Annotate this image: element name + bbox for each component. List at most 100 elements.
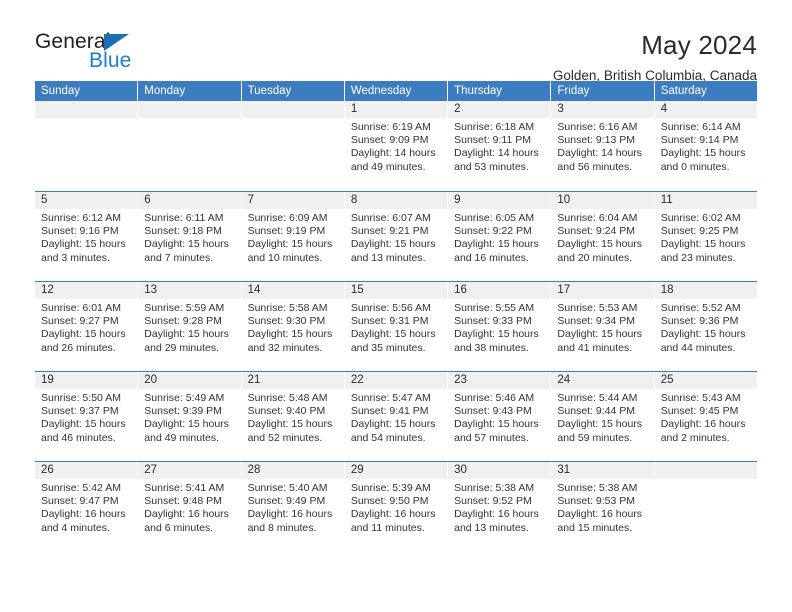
calendar-day-cell[interactable]: 5 Sunrise: 6:12 AM Sunset: 9:16 PM Daylight… <box>35 192 139 281</box>
calendar-day-cell[interactable]: 24 Sunrise: 5:44 AM Sunset: 9:44 PM Dayligh… <box>551 372 655 461</box>
calendar-day-cell[interactable]: 31 Sunrise: 5:38 AM Sunset: 9:53 PM Dayligh… <box>551 462 655 551</box>
daylight-text-line2: and 10 minutes. <box>247 251 323 264</box>
sunrise-text: Sunrise: 5:53 AM <box>557 302 638 314</box>
weekday-header-sunday: Sunday <box>35 81 139 101</box>
daylight-text-line1: Daylight: 15 hours <box>247 238 333 251</box>
sunrise-text: Sunrise: 6:05 AM <box>454 212 535 224</box>
day-details: Sunrise: 6:04 AM Sunset: 9:24 PM Daylight:… <box>551 209 653 265</box>
day-details: Sunrise: 6:19 AM Sunset: 9:09 PM Daylight:… <box>345 118 447 174</box>
sunrise-text: Sunrise: 6:01 AM <box>41 302 121 314</box>
daylight-text-line1: Daylight: 15 hours <box>557 328 643 341</box>
day-details: Sunrise: 6:05 AM Sunset: 9:22 PM Daylight:… <box>448 209 550 265</box>
sunset-text: Sunset: 9:33 PM <box>454 315 532 328</box>
daylight-text-line1: Daylight: 16 hours <box>350 508 436 521</box>
general-blue-logo[interactable]: General Blue <box>35 30 155 76</box>
day-details: Sunrise: 6:07 AM Sunset: 9:21 PM Daylight:… <box>345 209 447 265</box>
calendar-day-cell[interactable]: 7 Sunrise: 6:09 AM Sunset: 9:19 PM Daylight… <box>241 192 345 281</box>
daylight-text-line1: Daylight: 16 hours <box>454 508 539 521</box>
calendar-week-row: 5 Sunrise: 6:12 AM Sunset: 9:16 PM Daylight… <box>35 191 757 281</box>
calendar-day-cell[interactable]: 22 Sunrise: 5:47 AM Sunset: 9:41 PM Dayligh… <box>344 372 449 461</box>
day-details: Sunrise: 6:11 AM Sunset: 9:18 PM Daylight:… <box>138 209 240 265</box>
calendar-day-cell[interactable]: 26 Sunrise: 5:42 AM Sunset: 9:47 PM Dayligh… <box>35 462 139 551</box>
sunset-text: Sunset: 9:40 PM <box>247 405 326 418</box>
weekday-header-row: Sunday Monday Tuesday Wednesday Thursday… <box>35 81 757 101</box>
daylight-text-line1: Daylight: 15 hours <box>454 238 539 251</box>
day-details: Sunrise: 5:39 AM Sunset: 9:50 PM Daylight:… <box>345 479 447 535</box>
day-number: 21 <box>241 372 344 389</box>
weekday-header-wednesday: Wednesday <box>344 81 449 101</box>
daylight-text-line2: and 3 minutes. <box>41 251 110 264</box>
day-number: 16 <box>448 282 551 299</box>
day-number: 22 <box>344 372 448 389</box>
calendar-day-cell[interactable]: 16 Sunrise: 5:55 AM Sunset: 9:33 PM Dayligh… <box>448 282 552 371</box>
calendar-day-cell[interactable]: 8 Sunrise: 6:07 AM Sunset: 9:21 PM Daylight… <box>344 192 449 281</box>
sunset-text: Sunset: 9:52 PM <box>454 495 532 508</box>
calendar-day-cell[interactable]: 4 Sunrise: 6:14 AM Sunset: 9:14 PM Daylight… <box>654 101 757 191</box>
sunrise-text: Sunrise: 5:44 AM <box>557 392 638 404</box>
calendar-day-cell[interactable]: 19 Sunrise: 5:50 AM Sunset: 9:37 PM Dayligh… <box>35 372 139 461</box>
sunset-text: Sunset: 9:21 PM <box>350 225 429 238</box>
daylight-text-line1: Daylight: 15 hours <box>41 418 126 431</box>
daylight-text-line2: and 49 minutes. <box>144 431 219 444</box>
sunset-text: Sunset: 9:25 PM <box>660 225 739 238</box>
daylight-text-line2: and 49 minutes. <box>350 160 426 173</box>
day-number: 1 <box>344 101 448 118</box>
day-details: Sunrise: 5:48 AM Sunset: 9:40 PM Daylight:… <box>242 389 344 445</box>
sunset-text: Sunset: 9:41 PM <box>350 405 429 418</box>
calendar-day-cell[interactable]: 18 Sunrise: 5:52 AM Sunset: 9:36 PM Dayligh… <box>654 282 757 371</box>
calendar-day-cell[interactable]: 12 Sunrise: 6:01 AM Sunset: 9:27 PM Dayligh… <box>35 282 139 371</box>
calendar-week-row: 12 Sunrise: 6:01 AM Sunset: 9:27 PM Dayligh… <box>35 281 757 371</box>
calendar-day-cell[interactable]: 25 Sunrise: 5:43 AM Sunset: 9:45 PM Dayligh… <box>654 372 757 461</box>
day-details: Sunrise: 5:47 AM Sunset: 9:41 PM Daylight:… <box>345 389 447 445</box>
calendar-day-cell[interactable]: 13 Sunrise: 5:59 AM Sunset: 9:28 PM Dayligh… <box>138 282 242 371</box>
calendar-day-cell[interactable]: 11 Sunrise: 6:02 AM Sunset: 9:25 PM Dayligh… <box>654 192 757 281</box>
calendar-day-cell[interactable]: 28 Sunrise: 5:40 AM Sunset: 9:49 PM Dayligh… <box>241 462 345 551</box>
daylight-text-line2: and 56 minutes. <box>557 160 633 173</box>
calendar-day-cell[interactable]: 15 Sunrise: 5:56 AM Sunset: 9:31 PM Dayligh… <box>344 282 449 371</box>
day-details: Sunrise: 5:46 AM Sunset: 9:43 PM Daylight:… <box>448 389 550 445</box>
daylight-text-line1: Daylight: 14 hours <box>350 147 436 160</box>
calendar-day-cell[interactable]: 14 Sunrise: 5:58 AM Sunset: 9:30 PM Dayligh… <box>241 282 345 371</box>
calendar-day-cell[interactable]: 9 Sunrise: 6:05 AM Sunset: 9:22 PM Daylight… <box>448 192 552 281</box>
calendar-day-cell[interactable]: 27 Sunrise: 5:41 AM Sunset: 9:48 PM Dayligh… <box>138 462 242 551</box>
calendar-day-cell[interactable]: 20 Sunrise: 5:49 AM Sunset: 9:39 PM Dayligh… <box>138 372 242 461</box>
sunrise-text: Sunrise: 5:48 AM <box>247 392 328 404</box>
sunrise-text: Sunrise: 6:14 AM <box>660 121 741 133</box>
day-details: Sunrise: 5:50 AM Sunset: 9:37 PM Daylight:… <box>35 389 137 445</box>
daylight-text-line1: Daylight: 15 hours <box>350 238 436 251</box>
day-details: Sunrise: 5:49 AM Sunset: 9:39 PM Daylight:… <box>138 389 240 445</box>
daylight-text-line1: Daylight: 16 hours <box>247 508 333 521</box>
sunset-text: Sunset: 9:22 PM <box>454 225 532 238</box>
day-number: 18 <box>654 282 757 299</box>
daylight-text-line2: and 13 minutes. <box>350 251 426 264</box>
day-number: 19 <box>35 372 138 389</box>
day-details: Sunrise: 6:16 AM Sunset: 9:13 PM Daylight:… <box>551 118 653 174</box>
sunrise-text: Sunrise: 5:49 AM <box>144 392 225 404</box>
calendar-day-cell[interactable]: 23 Sunrise: 5:46 AM Sunset: 9:43 PM Dayligh… <box>448 372 552 461</box>
daylight-text-line2: and 0 minutes. <box>660 160 730 173</box>
sunset-text: Sunset: 9:11 PM <box>454 134 531 147</box>
calendar-day-cell[interactable]: 30 Sunrise: 5:38 AM Sunset: 9:52 PM Dayligh… <box>448 462 552 551</box>
day-details: Sunrise: 5:41 AM Sunset: 9:48 PM Daylight:… <box>138 479 240 535</box>
calendar-day-cell[interactable]: 10 Sunrise: 6:04 AM Sunset: 9:24 PM Dayligh… <box>551 192 655 281</box>
daylight-text-line2: and 15 minutes. <box>557 521 633 534</box>
daylight-text-line2: and 54 minutes. <box>350 431 426 444</box>
calendar-day-cell[interactable]: 6 Sunrise: 6:11 AM Sunset: 9:18 PM Daylight… <box>138 192 242 281</box>
sunrise-text: Sunrise: 6:16 AM <box>557 121 638 133</box>
daylight-text-line2: and 8 minutes. <box>247 521 317 534</box>
sunset-text: Sunset: 9:27 PM <box>41 315 119 328</box>
calendar-day-cell[interactable]: 2 Sunrise: 6:18 AM Sunset: 9:11 PM Daylight… <box>448 101 552 191</box>
day-number: 24 <box>551 372 654 389</box>
day-number <box>241 101 344 118</box>
calendar-day-cell[interactable]: 17 Sunrise: 5:53 AM Sunset: 9:34 PM Dayligh… <box>551 282 655 371</box>
day-details: Sunrise: 5:58 AM Sunset: 9:30 PM Daylight:… <box>242 299 344 355</box>
day-number: 9 <box>448 192 551 209</box>
day-details: Sunrise: 6:12 AM Sunset: 9:16 PM Daylight:… <box>35 209 137 265</box>
daylight-text-line2: and 59 minutes. <box>557 431 633 444</box>
calendar-day-cell[interactable]: 29 Sunrise: 5:39 AM Sunset: 9:50 PM Dayligh… <box>344 462 449 551</box>
calendar-day-cell[interactable]: 1 Sunrise: 6:19 AM Sunset: 9:09 PM Daylight… <box>344 101 449 191</box>
calendar-day-cell[interactable]: 3 Sunrise: 6:16 AM Sunset: 9:13 PM Daylight… <box>551 101 655 191</box>
sunrise-text: Sunrise: 5:55 AM <box>454 302 535 314</box>
day-number: 10 <box>551 192 654 209</box>
calendar-day-cell[interactable]: 21 Sunrise: 5:48 AM Sunset: 9:40 PM Dayligh… <box>241 372 345 461</box>
